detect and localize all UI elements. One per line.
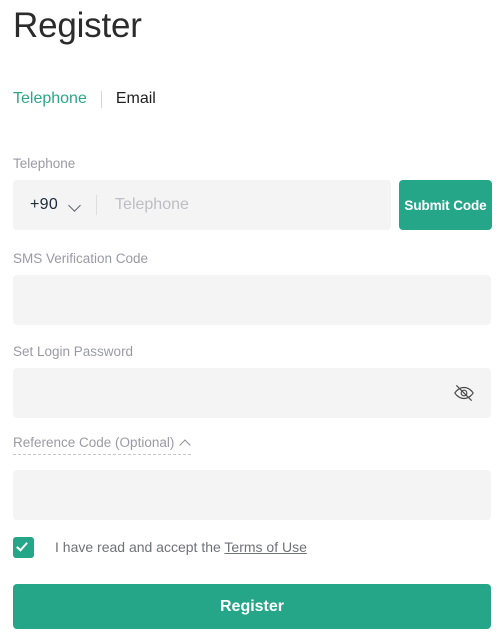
terms-of-use-link[interactable]: Terms of Use xyxy=(224,539,306,555)
reference-code-toggle[interactable]: Reference Code (Optional) xyxy=(13,434,192,455)
reference-code-input-wrapper xyxy=(13,470,491,520)
tab-email[interactable]: Email xyxy=(116,88,156,110)
auth-method-tabs: Telephone Email xyxy=(13,88,156,110)
register-page: Register Telephone Email Telephone +90 S… xyxy=(0,0,503,639)
password-label: Set Login Password xyxy=(13,344,134,359)
terms-row: I have read and accept the Terms of Use xyxy=(13,536,307,558)
terms-text: I have read and accept the Terms of Use xyxy=(55,539,307,555)
sms-code-input-wrapper xyxy=(13,275,491,325)
reference-code-label: Reference Code (Optional) xyxy=(13,435,175,450)
eye-off-icon[interactable] xyxy=(453,382,475,404)
country-code-value: +90 xyxy=(30,196,59,213)
password-input-wrapper xyxy=(13,368,491,418)
tab-telephone[interactable]: Telephone xyxy=(13,88,87,110)
tab-divider xyxy=(100,90,102,108)
chevron-down-icon xyxy=(70,200,81,211)
reference-code-input[interactable] xyxy=(13,470,491,520)
telephone-input-group: +90 xyxy=(13,180,391,230)
country-code-selector[interactable]: +90 xyxy=(13,180,81,230)
password-input[interactable] xyxy=(13,368,491,418)
chevron-up-icon xyxy=(180,438,191,449)
check-icon xyxy=(16,538,28,552)
sms-code-label: SMS Verification Code xyxy=(13,251,149,266)
page-title: Register xyxy=(13,6,142,45)
telephone-input[interactable] xyxy=(97,180,391,230)
register-submit-button[interactable]: Register xyxy=(13,584,491,629)
telephone-label: Telephone xyxy=(13,156,76,171)
terms-checkbox[interactable] xyxy=(13,536,34,558)
terms-text-prefix: I have read and accept the xyxy=(55,539,225,555)
submit-code-button[interactable]: Submit Code xyxy=(399,180,492,230)
sms-code-input[interactable] xyxy=(13,275,491,325)
